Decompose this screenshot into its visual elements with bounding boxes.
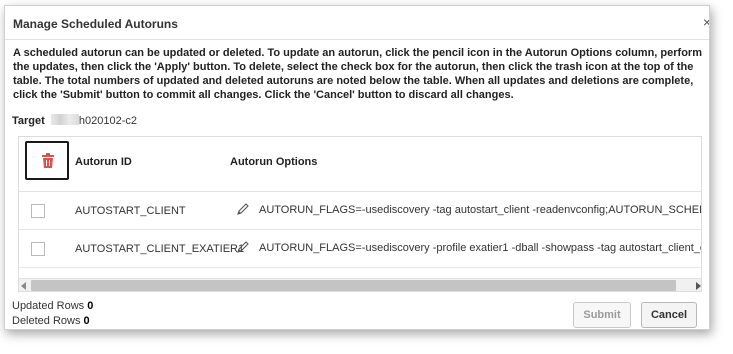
table-header: Autorun ID Autorun Options [19,137,701,192]
deleted-rows-summary: Deleted Rows 0 [12,315,90,327]
column-header-autorun-id[interactable]: Autorun ID [75,156,132,168]
target-line: Target h020102-c2 [12,114,137,127]
dialog-title: Manage Scheduled Autoruns [13,17,178,31]
table-row: AUTOSTART_CLIENT AUTORUN_FLAGS=-usedisco… [19,192,702,230]
delete-selected-button[interactable] [25,141,69,180]
manage-scheduled-autoruns-dialog: Manage Scheduled Autoruns × A scheduled … [4,5,710,330]
target-label: Target [12,115,45,127]
target-value: h020102-c2 [78,115,137,127]
instructions-text: A scheduled autorun can be updated or de… [13,47,702,101]
submit-button[interactable]: Submit [573,302,631,328]
row-select-checkbox[interactable] [31,242,45,256]
redacted-host-prefix [50,114,79,125]
autorun-options-cell: AUTORUN_FLAGS=-usediscovery -tag autosta… [259,204,702,216]
updated-rows-summary: Updated Rows 0 [12,300,93,312]
pencil-icon[interactable] [236,202,250,216]
autorun-id-cell: AUTOSTART_CLIENT [75,205,186,217]
row-select-checkbox[interactable] [31,204,45,218]
pencil-icon[interactable] [236,240,250,254]
scroll-right-arrow-icon[interactable] [696,282,701,290]
scroll-left-arrow-icon[interactable] [21,282,26,290]
trash-icon [42,153,54,168]
deleted-rows-count: 0 [83,315,90,327]
updated-rows-label: Updated Rows [12,300,85,312]
deleted-rows-label: Deleted Rows [12,315,81,327]
updated-rows-count: 0 [87,300,94,312]
close-icon[interactable]: × [703,14,709,30]
cancel-button[interactable]: Cancel [641,302,697,328]
autorun-options-cell: AUTORUN_FLAGS=-usediscovery -profile exa… [259,242,702,254]
autorun-id-cell: AUTOSTART_CLIENT_EXATIER1 [75,243,245,255]
column-header-autorun-options[interactable]: Autorun Options [230,156,317,168]
autoruns-table: Autorun ID Autorun Options AUTOSTART_CLI… [18,136,702,292]
horizontal-scrollbar[interactable] [19,278,701,291]
table-row: AUTOSTART_CLIENT_EXATIER1 AUTORUN_FLAGS=… [19,230,702,268]
scrollbar-thumb[interactable] [31,280,676,291]
dialog-titlebar: Manage Scheduled Autoruns × [5,6,709,40]
